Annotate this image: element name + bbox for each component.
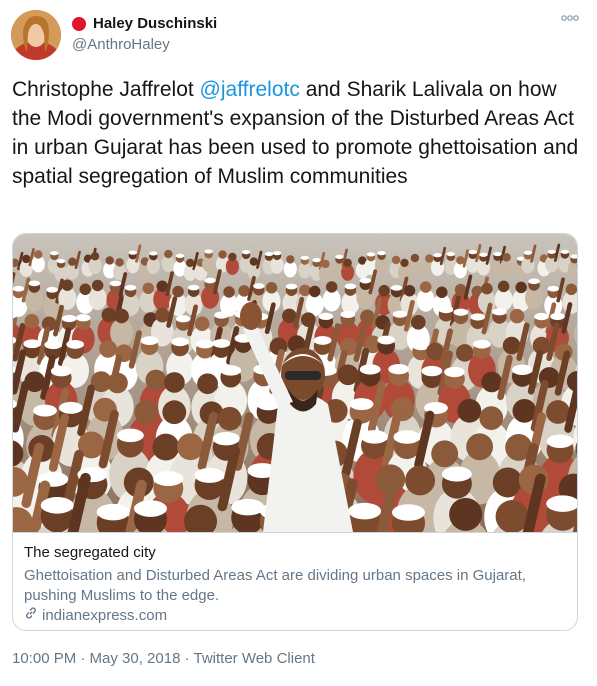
status-dot: [72, 16, 86, 31]
tweet-text: Christophe Jaffrelot @jaffrelotc and Sha…: [12, 75, 582, 191]
tweet: Haley Duschinski @AnthroHaley Christophe…: [0, 0, 597, 686]
display-name[interactable]: Haley Duschinski: [93, 15, 217, 32]
link-card[interactable]: The segregated city Ghettoisation and Di…: [12, 233, 578, 631]
link-icon: [24, 606, 42, 624]
card-description: Ghettoisation and Disturbed Areas Act ar…: [24, 567, 526, 604]
handle[interactable]: @AnthroHaley: [72, 36, 170, 53]
tweet-timestamp[interactable]: 10:00 PM · May 30, 2018 · Twitter Web Cl…: [12, 650, 315, 667]
avatar[interactable]: [11, 10, 61, 60]
card-image[interactable]: [13, 234, 577, 532]
tweet-text-part: Christophe Jaffrelot: [12, 78, 200, 101]
mention-link[interactable]: @jaffrelotc: [200, 78, 300, 101]
more-options-icon[interactable]: [561, 14, 579, 22]
card-domain: indianexpress.com: [24, 606, 167, 624]
card-divider: [13, 532, 577, 533]
card-domain-text: indianexpress.com: [42, 606, 168, 624]
card-title: The segregated city: [24, 544, 156, 561]
author-name-row[interactable]: Haley Duschinski: [72, 15, 217, 32]
